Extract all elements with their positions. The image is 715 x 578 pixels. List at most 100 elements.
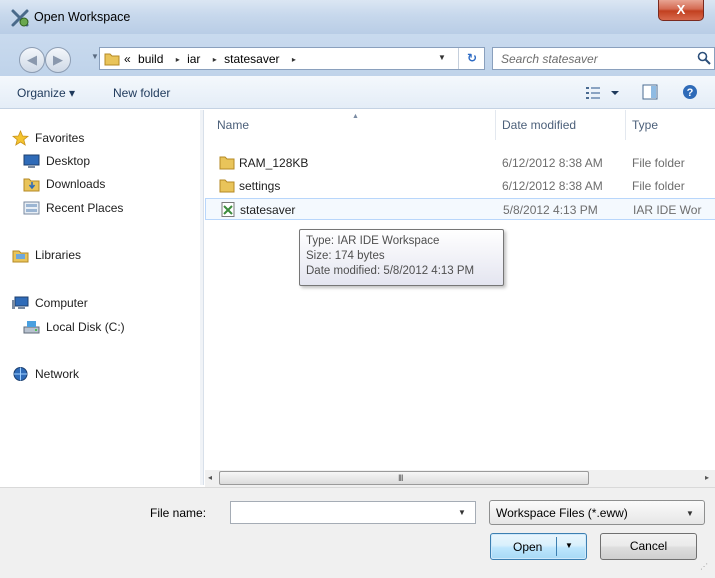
folder-icon	[104, 53, 120, 66]
help-icon[interactable]: ?	[682, 84, 698, 100]
sidebar-item-downloads[interactable]: Downloads	[23, 176, 105, 192]
scroll-right-icon[interactable]: ▸	[705, 473, 709, 482]
pane-splitter[interactable]	[200, 110, 204, 485]
recent-places-icon	[23, 201, 40, 215]
title-bar: Open Workspace X	[0, 0, 715, 34]
forward-button[interactable]: ▶	[45, 47, 71, 73]
organize-button[interactable]: Organize ▾	[17, 86, 75, 100]
back-arrow-icon: ◀	[27, 52, 37, 67]
file-date: 6/12/2012 8:38 AM	[502, 179, 603, 193]
column-header-type[interactable]: Type	[625, 110, 658, 140]
window-title: Open Workspace	[34, 10, 131, 24]
sidebar-item-recent-places[interactable]: Recent Places	[23, 200, 123, 216]
sidebar-item-label: Recent Places	[46, 201, 124, 215]
local-disk-icon	[23, 321, 40, 334]
file-row[interactable]: RAM_128KB 6/12/2012 8:38 AM File folder	[205, 152, 715, 174]
sidebar-item-libraries[interactable]: Libraries	[12, 247, 81, 263]
address-bar[interactable]: « build ▸ iar ▸ statesaver ▸ ▼ ↻	[99, 47, 485, 70]
tooltip-date: Date modified: 5/8/2012 4:13 PM	[306, 265, 475, 277]
workspace-file-icon	[221, 202, 235, 217]
file-name: settings	[239, 179, 281, 193]
sidebar-item-label: Favorites	[35, 131, 85, 145]
change-view-icon[interactable]	[585, 85, 621, 101]
breadcrumb-separator-icon[interactable]: ▸	[176, 55, 180, 64]
scrollbar-thumb[interactable]: III	[219, 471, 589, 485]
sidebar-item-desktop[interactable]: Desktop	[23, 153, 90, 169]
sidebar-item-label: Computer	[35, 296, 88, 310]
sidebar-item-label: Downloads	[46, 177, 106, 191]
open-button[interactable]: Open ▼	[490, 533, 587, 560]
folder-icon	[219, 179, 235, 193]
sidebar-item-local-disk[interactable]: Local Disk (C:)	[23, 319, 125, 335]
file-list: Name ▲ Date modified Type RAM_128KB 6/12…	[205, 110, 715, 470]
file-type-filter-select[interactable]: Workspace Files (*.eww) ▼	[489, 500, 705, 525]
desktop-icon	[23, 154, 40, 168]
search-icon[interactable]	[697, 51, 711, 65]
navigation-bar: ◀ ▶ ▼ « build ▸ iar ▸ statesaver ▸ ▼ ↻ S…	[0, 34, 715, 76]
file-row[interactable]: settings 6/12/2012 8:38 AM File folder	[205, 175, 715, 197]
scroll-left-icon[interactable]: ◂	[208, 473, 212, 482]
tooltip-size: Size: 174 bytes	[306, 250, 385, 262]
scrollbar-grip-icon: III	[398, 473, 403, 483]
downloads-folder-icon	[23, 178, 40, 192]
breadcrumb-overflow[interactable]: «	[124, 52, 131, 66]
chevron-down-icon: ▼	[686, 509, 694, 518]
breadcrumb: « build ▸ iar ▸ statesaver ▸	[124, 52, 300, 66]
back-button[interactable]: ◀	[19, 47, 45, 73]
file-name: RAM_128KB	[239, 156, 309, 170]
sidebar-item-label: Desktop	[46, 154, 91, 168]
cancel-button[interactable]: Cancel	[600, 533, 697, 560]
file-name-label: File name:	[150, 506, 207, 520]
workspace-app-icon	[11, 9, 29, 27]
svg-text:?: ?	[687, 87, 694, 99]
file-type-filter-value: Workspace Files (*.eww)	[496, 506, 628, 520]
close-icon: X	[676, 2, 686, 17]
file-type: File folder	[632, 179, 685, 193]
file-info-tooltip: Type: IAR IDE Workspace Size: 174 bytes …	[299, 229, 504, 286]
preview-pane-icon[interactable]	[642, 84, 658, 100]
sidebar-item-network[interactable]: Network	[12, 366, 79, 382]
sidebar-item-computer[interactable]: Computer	[12, 295, 88, 311]
forward-arrow-icon: ▶	[53, 52, 63, 67]
breadcrumb-separator-icon[interactable]: ▸	[213, 55, 217, 64]
dialog-footer: File name: ▼ Workspace Files (*.eww) ▼ O…	[0, 487, 715, 578]
sort-ascending-icon: ▲	[352, 113, 359, 120]
column-header-name[interactable]: Name	[217, 110, 249, 140]
refresh-icon: ↻	[466, 51, 478, 65]
file-date: 6/12/2012 8:38 AM	[502, 156, 603, 170]
libraries-icon	[12, 250, 29, 263]
recent-pages-dropdown[interactable]: ▼	[91, 52, 99, 61]
breadcrumb-iar[interactable]: iar	[187, 52, 200, 66]
open-options-dropdown-icon[interactable]: ▼	[565, 541, 573, 550]
file-name-field[interactable]: ▼	[230, 501, 476, 524]
file-date: 5/8/2012 4:13 PM	[503, 203, 598, 217]
address-dropdown-icon[interactable]: ▼	[438, 53, 446, 62]
horizontal-scrollbar[interactable]: ◂ III ▸	[205, 470, 715, 487]
sidebar-item-favorites[interactable]: Favorites	[12, 130, 84, 146]
command-toolbar: Organize ▾ New folder ?	[0, 76, 715, 109]
star-icon	[12, 130, 29, 146]
tooltip-type: Type: IAR IDE Workspace	[306, 235, 440, 247]
column-header-date-modified[interactable]: Date modified	[495, 110, 576, 140]
search-box[interactable]: Search statesaver	[492, 47, 715, 70]
navigation-pane: Favorites Desktop Downloads Recent Place…	[0, 110, 200, 480]
folder-icon	[219, 156, 235, 170]
file-name: statesaver	[240, 203, 296, 217]
sidebar-item-label: Libraries	[35, 248, 82, 262]
split-divider	[556, 537, 557, 556]
breadcrumb-separator-icon[interactable]: ▸	[292, 55, 296, 64]
file-row[interactable]: statesaver 5/8/2012 4:13 PM IAR IDE Wor	[205, 198, 715, 220]
file-name-dropdown-icon[interactable]: ▼	[458, 508, 466, 517]
search-input[interactable]: Search statesaver	[501, 52, 598, 66]
sidebar-item-label: Network	[35, 367, 80, 381]
new-folder-button[interactable]: New folder	[113, 86, 170, 100]
breadcrumb-build[interactable]: build	[138, 52, 163, 66]
resize-grip-icon[interactable]: ⋰	[700, 562, 712, 574]
refresh-button[interactable]: ↻	[458, 48, 485, 69]
sidebar-item-label: Local Disk (C:)	[46, 320, 125, 334]
file-type: IAR IDE Wor	[633, 203, 702, 217]
network-icon	[13, 367, 28, 381]
breadcrumb-statesaver[interactable]: statesaver	[224, 52, 279, 66]
file-type: File folder	[632, 156, 685, 170]
close-button[interactable]: X	[658, 0, 704, 21]
